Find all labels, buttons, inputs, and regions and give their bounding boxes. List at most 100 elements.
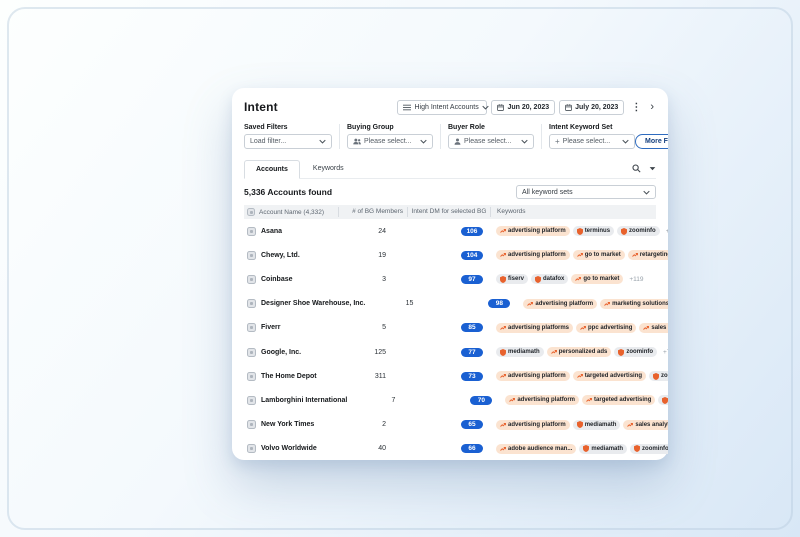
intent-score-pill: 97 [461, 274, 483, 284]
keyword-label: mediamath [508, 349, 540, 356]
account-name[interactable]: Google, Inc. [261, 349, 301, 356]
filter-group-intent-keyword-set: Intent Keyword Set + Please select... [549, 124, 635, 149]
keywords-cell: advertising platform mediamath sales analy… [490, 419, 668, 430]
table-row[interactable]: New York Times 2 65 advertising platform med… [244, 413, 668, 437]
bg-members-count: 2 [382, 421, 386, 429]
keyword-badge: adobe audience man... [496, 443, 577, 454]
column-intent-dm[interactable]: Intent DM for selected BG [407, 207, 490, 217]
trend-icon [576, 252, 583, 258]
column-account-name[interactable]: Account Name (4,332) [244, 208, 338, 216]
tab-keywords[interactable]: Keywords [300, 159, 357, 178]
keyword-label: go to market [584, 252, 621, 259]
filter-placeholder: Please select... [464, 138, 512, 145]
keyword-label: terminus [584, 228, 611, 235]
account-name[interactable]: The Home Depot [261, 373, 317, 380]
account-name[interactable]: Asana [261, 228, 282, 235]
filter-select[interactable]: Please select... [347, 134, 433, 149]
account-name[interactable]: Designer Shoe Warehouse, Inc. [261, 300, 365, 307]
intent-panel: Intent High Intent Accounts Jun 20, 2023… [232, 88, 668, 460]
account-name[interactable]: Chewy, Ltd. [261, 252, 300, 259]
keyword-badge: ppc advertising [576, 322, 637, 333]
shield-icon [662, 396, 668, 404]
account-name[interactable]: New York Times [261, 421, 314, 428]
date-end-picker[interactable]: July 20, 2023 [559, 99, 625, 115]
table-row[interactable]: Asana 24 106 advertising platform terminus zo… [244, 219, 668, 243]
row-checkbox[interactable] [247, 226, 256, 236]
keyword-badge: fiserv [496, 274, 529, 285]
row-checkbox[interactable] [247, 444, 256, 454]
filter-select[interactable]: Please select... [448, 134, 534, 149]
buyer-role-icon [454, 138, 461, 145]
account-cell: Designer Shoe Warehouse, Inc. [244, 299, 365, 309]
keyword-label: mediamath [584, 421, 617, 428]
table-row[interactable]: Google, Inc. 125 77 mediamath personalized a… [244, 340, 668, 364]
account-cell: Coinbase [244, 274, 338, 284]
row-checkbox[interactable] [247, 420, 256, 430]
trend-icon [500, 446, 506, 452]
table-row[interactable]: Coinbase 3 97 fiserv datafox go to market +119 [244, 267, 656, 291]
kebab-menu-icon[interactable]: ⋮ [628, 102, 644, 113]
keyword-label: zoominfo [626, 349, 654, 356]
row-checkbox[interactable] [247, 323, 256, 333]
intent-score-cell: 104 [407, 250, 490, 260]
row-checkbox[interactable] [247, 299, 256, 309]
trend-icon [500, 252, 506, 258]
keyword-badge: mediamath [496, 347, 544, 358]
bg-members-count: 15 [405, 300, 414, 308]
keyword-badge: go to market [572, 250, 625, 261]
row-checkbox[interactable] [247, 371, 256, 381]
keyword-badge: marketing solutions [600, 298, 668, 309]
view-select[interactable]: High Intent Accounts [397, 99, 489, 115]
table-row[interactable]: The Home Depot 311 73 advertising platform t… [244, 364, 668, 388]
row-checkbox[interactable] [247, 274, 256, 284]
chevron-right-icon[interactable]: › [648, 101, 656, 113]
intent-score-cell: 85 [407, 323, 490, 333]
more-filters-button[interactable]: More Filters [635, 134, 668, 149]
caret-down-icon[interactable] [649, 166, 656, 171]
account-name[interactable]: Lamborghini International [261, 397, 347, 404]
shield-icon [634, 445, 641, 453]
keywords-cell: advertising platform targeted advertising… [490, 371, 668, 382]
panel-header: Intent High Intent Accounts Jun 20, 2023… [244, 98, 656, 116]
table-row[interactable]: Designer Shoe Warehouse, Inc. 15 98 adverti… [244, 292, 668, 316]
account-name[interactable]: Coinbase [261, 276, 293, 283]
keyword-label: ppc advertising [588, 324, 633, 331]
bg-members-count: 5 [382, 324, 386, 332]
shield-icon [500, 348, 506, 356]
keyword-label: fiserv [508, 276, 525, 283]
table-row[interactable]: Volvo Worldwide 40 66 adobe audience man...… [244, 437, 668, 460]
search-icon[interactable] [632, 164, 641, 173]
select-all-checkbox[interactable] [247, 208, 255, 216]
intent-score-cell: 66 [407, 444, 490, 454]
bg-members-count: 7 [391, 396, 396, 404]
tab-accounts[interactable]: Accounts [244, 160, 300, 179]
intent-score-pill: 66 [461, 444, 483, 454]
row-checkbox[interactable] [247, 395, 256, 405]
calendar-icon [565, 103, 572, 111]
table-row[interactable]: Lamborghini International 7 70 advertising … [244, 388, 668, 412]
shield-icon [653, 372, 660, 380]
keyword-label: targeted advertising [594, 397, 652, 404]
column-bg-members[interactable]: # of BG Members [338, 207, 407, 217]
table-row[interactable]: Chewy, Ltd. 19 104 advertising platform go t… [244, 243, 668, 267]
filter-select[interactable]: Load filter... [244, 134, 332, 149]
keyword-label: marketing solutions [612, 300, 668, 307]
account-name[interactable]: Volvo Worldwide [261, 445, 317, 452]
keyword-set-select[interactable]: All keyword sets [516, 185, 656, 199]
column-keywords[interactable]: Keywords [490, 207, 656, 217]
account-name[interactable]: Fiverr [261, 324, 280, 331]
table-row[interactable]: Fiverr 5 85 advertising platforms ppc advert… [244, 316, 668, 340]
trend-icon [631, 252, 638, 258]
row-checkbox[interactable] [247, 347, 256, 357]
row-checkbox[interactable] [247, 250, 256, 260]
bg-members-count: 3 [382, 275, 386, 283]
filter-select[interactable]: + Please select... [549, 134, 635, 149]
trend-icon [500, 228, 506, 234]
trend-icon [586, 397, 592, 403]
date-start-value: Jun 20, 2023 [507, 103, 550, 111]
filter-group-buyer-role: Buyer Role Please select... [448, 124, 534, 149]
keyword-label: advertising platforms [508, 324, 570, 331]
keyword-badge: zoominfo [630, 443, 668, 454]
trend-icon [500, 325, 506, 331]
date-start-picker[interactable]: Jun 20, 2023 [491, 99, 556, 115]
